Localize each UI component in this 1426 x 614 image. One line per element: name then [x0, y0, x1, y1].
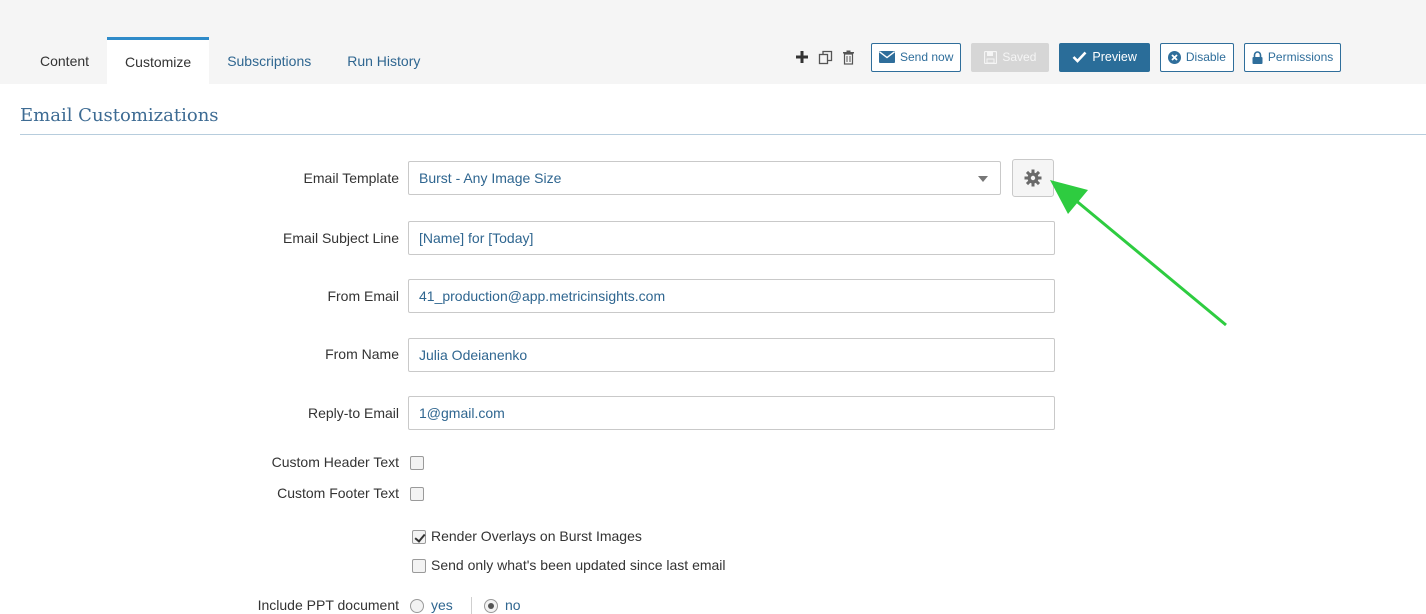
include-ppt-yes-radio[interactable]: [410, 599, 424, 613]
preview-button[interactable]: Preview: [1059, 42, 1150, 72]
envelope-icon: [879, 51, 895, 63]
subject-value: [Name] for [Today]: [419, 230, 534, 246]
permissions-button[interactable]: Permissions: [1243, 42, 1342, 72]
checkmark-icon: [1072, 51, 1087, 63]
custom-header-label: Custom Header Text: [271, 454, 399, 470]
render-overlays-checkbox[interactable]: [412, 530, 426, 544]
permissions-label: Permissions: [1267, 50, 1334, 64]
custom-footer-checkbox[interactable]: [410, 487, 424, 501]
send-now-button[interactable]: Send now: [871, 42, 962, 72]
floppy-disk-icon: [984, 50, 998, 64]
render-overlays-label: Render Overlays on Burst Images: [431, 528, 642, 544]
radio-divider: [471, 597, 472, 614]
subject-label: Email Subject Line: [283, 230, 399, 246]
trash-icon[interactable]: [838, 45, 858, 69]
toolbar: Send now Saved Preview Disable Permissio…: [792, 42, 1342, 72]
include-ppt-label: Include PPT document: [257, 597, 399, 613]
from-email-input[interactable]: 41_production@app.metricinsights.com: [408, 279, 1055, 313]
tab-run-history[interactable]: Run History: [329, 37, 438, 84]
custom-header-checkbox[interactable]: [410, 456, 424, 470]
from-name-input[interactable]: Julia Odeianenko: [408, 338, 1055, 372]
disable-label: Disable: [1185, 50, 1226, 64]
tab-bar: Content Customize Subscriptions Run Hist…: [20, 37, 438, 84]
include-ppt-no-radio[interactable]: [484, 599, 498, 613]
copy-icon[interactable]: [815, 45, 835, 69]
disable-button[interactable]: Disable: [1159, 42, 1234, 72]
include-ppt-yes-label: yes: [431, 597, 453, 613]
from-email-label: From Email: [327, 288, 399, 304]
send-updated-label: Send only what's been updated since last…: [431, 557, 726, 573]
send-updated-checkbox[interactable]: [412, 559, 426, 573]
reply-to-value: 1@gmail.com: [419, 405, 505, 421]
tab-content[interactable]: Content: [20, 37, 107, 84]
reply-to-label: Reply-to Email: [307, 405, 399, 421]
include-ppt-no-label: no: [505, 597, 521, 613]
plus-icon[interactable]: [792, 45, 812, 69]
section-title: Email Customizations: [20, 105, 219, 126]
send-now-label: Send now: [900, 50, 954, 64]
from-email-value: 41_production@app.metricinsights.com: [419, 288, 666, 304]
saved-label: Saved: [1002, 50, 1037, 64]
from-name-label: From Name: [325, 346, 399, 362]
close-circle-icon: [1167, 50, 1181, 64]
gear-icon: [1024, 169, 1042, 187]
reply-to-input[interactable]: 1@gmail.com: [408, 396, 1055, 430]
email-template-select[interactable]: Burst - Any Image Size: [408, 161, 1001, 195]
email-template-label: Email Template: [303, 170, 399, 186]
from-name-value: Julia Odeianenko: [419, 347, 528, 363]
section-divider: [20, 134, 1426, 135]
tab-subscriptions[interactable]: Subscriptions: [209, 37, 329, 84]
saved-button[interactable]: Saved: [971, 42, 1050, 72]
chevron-down-icon: [978, 176, 988, 182]
tab-customize[interactable]: Customize: [107, 37, 210, 84]
subject-input[interactable]: [Name] for [Today]: [408, 221, 1055, 255]
email-template-value: Burst - Any Image Size: [419, 170, 562, 186]
top-bar: Content Customize Subscriptions Run Hist…: [0, 0, 1426, 84]
custom-footer-label: Custom Footer Text: [277, 485, 399, 501]
lock-icon: [1252, 50, 1263, 64]
preview-label: Preview: [1092, 50, 1137, 64]
template-settings-button[interactable]: [1012, 159, 1054, 197]
